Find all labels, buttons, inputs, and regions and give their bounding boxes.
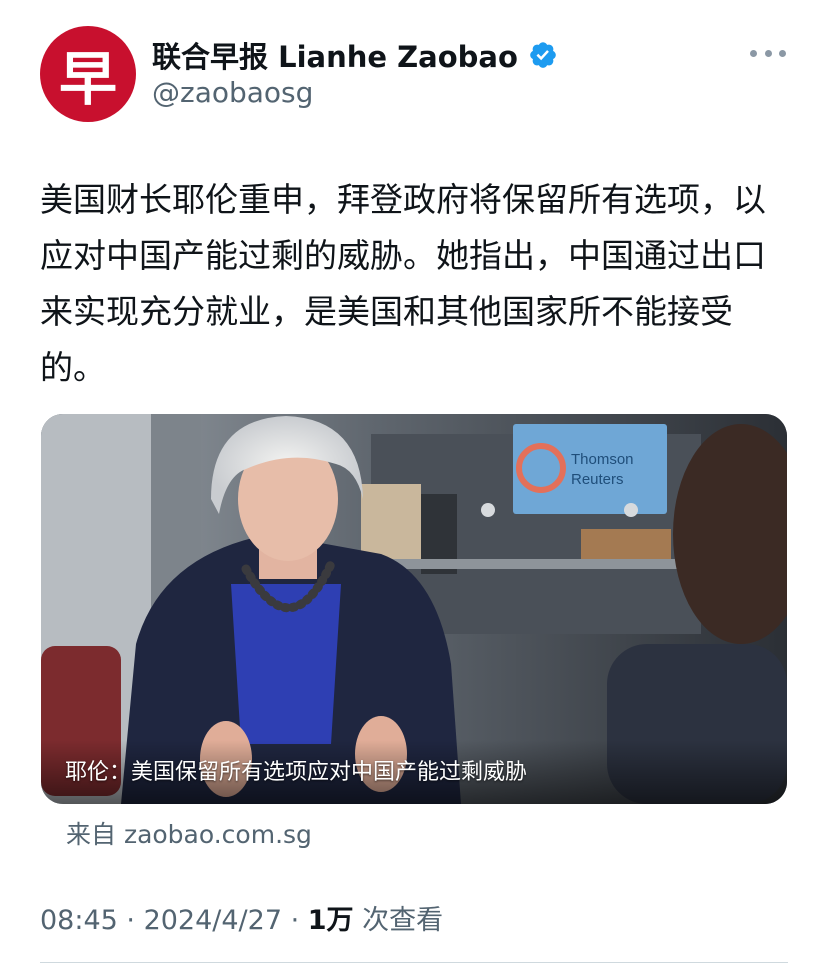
media-caption: 耶伦：美国保留所有选项应对中国产能过剩威胁 — [65, 760, 528, 785]
more-dot — [779, 49, 786, 57]
name-row: 联合早报 Lianhe Zaobao — [152, 34, 558, 76]
tweet-text: 美国财长耶伦重申，拜登政府将保留所有选项，以应对中国产能过剩的威胁。她指出，中国… — [40, 180, 766, 387]
meta-separator: · — [117, 905, 144, 936]
avatar-glyph: 早 — [58, 45, 117, 113]
more-dot — [750, 49, 757, 57]
views-label: 次查看 — [353, 905, 444, 936]
verified-badge-icon — [530, 42, 556, 68]
handle[interactable]: @zaobaosg — [152, 76, 313, 109]
screen-text: Thomson — [571, 451, 634, 468]
tweet-detail: 早 联合早报 Lianhe Zaobao @zaobaosg 美国财长耶伦重申，… — [0, 0, 828, 969]
display-name[interactable]: 联合早报 Lianhe Zaobao — [152, 34, 518, 76]
tweet-time[interactable]: 08:45 — [40, 905, 118, 936]
link-source[interactable]: 来自 zaobao.com.sg — [66, 815, 312, 851]
avatar[interactable]: 早 — [40, 26, 136, 122]
tweet-meta: 08:45 · 2024/4/27 · 1万 次查看 — [40, 898, 443, 937]
meta-separator: · — [282, 905, 308, 936]
divider — [40, 962, 788, 963]
tweet-date[interactable]: 2024/4/27 — [144, 905, 282, 936]
more-dot — [764, 49, 772, 57]
media-card[interactable]: Thomson Reuters 耶伦：美国保留所有选项应对中国产能过剩威胁 — [41, 414, 787, 804]
screen-text: Reuters — [571, 471, 624, 488]
more-icon[interactable] — [750, 38, 786, 68]
views-count: 1万 — [307, 905, 354, 936]
